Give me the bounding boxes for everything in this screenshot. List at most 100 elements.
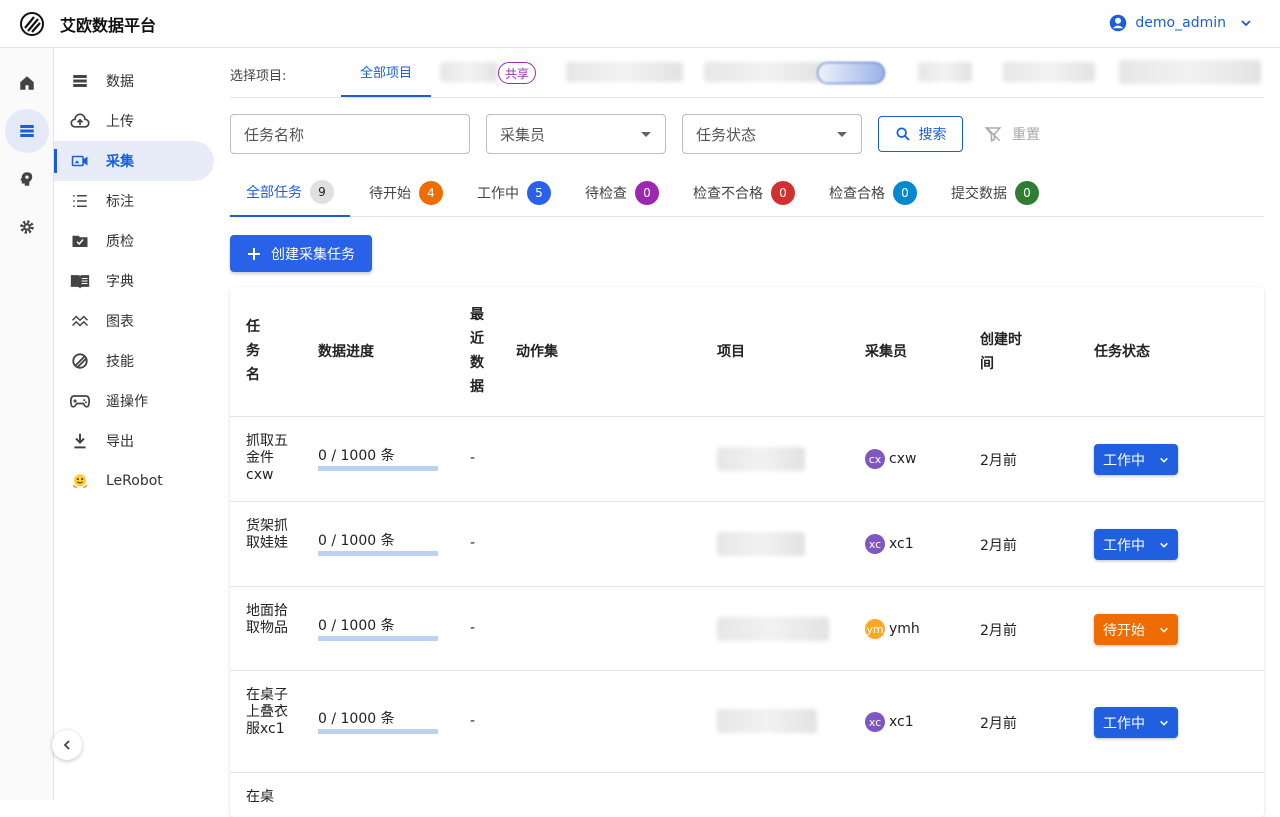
table-row[interactable]: 抓取五金件cxw 0 / 1000 条 - cx cxw 2月前 工作中 [230, 417, 1264, 502]
data-progress-text: 0 / 1000 条 [318, 533, 395, 549]
collector-name: xc1 [889, 714, 914, 730]
project-tab-redacted[interactable] [440, 62, 498, 82]
table-row[interactable]: 在桌子上叠衣服xc1 0 / 1000 条 - xc xc1 2月前 工作中 [230, 671, 1264, 773]
sidebar-item-charts[interactable]: 图表 [54, 301, 214, 341]
cloud-upload-icon [70, 111, 90, 131]
col-header-collector[interactable]: 采集员 [865, 340, 907, 364]
tab-count-badge: 0 [635, 181, 659, 205]
chevron-left-icon [63, 740, 70, 750]
table-row[interactable]: 货架抓取娃娃 0 / 1000 条 - xc xc1 2月前 工作中 [230, 502, 1264, 587]
col-header-progress[interactable]: 数据进度 [318, 340, 374, 364]
data-progress-text: 0 / 1000 条 [318, 618, 395, 634]
task-status-label: 工作中 [1103, 452, 1145, 469]
tab-label: 待开始 [369, 186, 411, 202]
sidebar-item-data[interactable]: 数据 [54, 61, 214, 101]
sidebar-item-label: 质检 [106, 234, 134, 250]
task-name: 地面拾取物品 [246, 603, 288, 636]
data-progress-text: 0 / 1000 条 [318, 448, 395, 464]
avatar: cx [865, 449, 885, 469]
sidebar-item-lerobot[interactable]: LeRobot [54, 461, 214, 501]
sidebar-item-export[interactable]: 导出 [54, 421, 214, 461]
project-tab-redacted[interactable] [1119, 60, 1261, 84]
sidebar-item-label: 图表 [106, 314, 134, 330]
app-title: 艾欧数据平台 [60, 16, 157, 35]
user-name: demo_admin [1135, 15, 1226, 31]
task-status-button[interactable]: 工作中 [1094, 529, 1178, 560]
col-header-project[interactable]: 项目 [717, 340, 745, 364]
created-time: 2月前 [980, 538, 1017, 554]
create-collection-task-button[interactable]: 创建采集任务 [230, 235, 372, 272]
tab-awaiting-review[interactable]: 待检查 0 [569, 169, 675, 217]
project-tab-redacted[interactable] [918, 62, 972, 82]
platform-logo-icon [20, 12, 44, 36]
avatar: xc [865, 712, 885, 732]
tab-review-passed[interactable]: 检查合格 0 [813, 169, 933, 217]
project-tab-redacted[interactable] [1003, 62, 1095, 82]
tab-label: 全部任务 [246, 185, 302, 201]
sidebar-item-label: 标注 [106, 194, 134, 210]
sidebar-item-skills[interactable]: 技能 [54, 341, 214, 381]
tab-all-tasks[interactable]: 全部任务 9 [230, 169, 350, 217]
status-tabs: 全部任务 9 待开始 4 工作中 5 待检查 0 检查不合格 0 检查合格 0 … [230, 169, 1264, 217]
rail-data[interactable] [5, 109, 49, 153]
tab-count-badge: 4 [419, 181, 443, 205]
sidebar-item-qc[interactable]: 质检 [54, 221, 214, 261]
sidebar-item-upload[interactable]: 上传 [54, 101, 214, 141]
recent-data: - [470, 620, 476, 636]
user-menu[interactable]: demo_admin [1109, 14, 1252, 32]
sidebar-item-label: 数据 [106, 74, 134, 90]
table-row[interactable]: 地面拾取物品 0 / 1000 条 - ym ymh 2月前 待开始 [230, 587, 1264, 671]
hugging-face-icon [70, 471, 90, 491]
reset-button[interactable]: 重置 [984, 116, 1040, 152]
task-status-button[interactable]: 待开始 [1094, 614, 1178, 645]
sidebar-item-collect[interactable]: 采集 [54, 141, 214, 181]
table-header: 任务名 数据进度 最近数据 动作集 项目 采集员 创建时间 任务状态 [230, 287, 1264, 417]
status-select[interactable]: 任务状态 [682, 114, 862, 154]
plus-icon [248, 247, 260, 260]
rail-settings[interactable] [5, 205, 49, 249]
download-icon [70, 431, 90, 451]
created-time: 2月前 [980, 623, 1017, 639]
project-tab-redacted[interactable] [704, 62, 824, 82]
tab-pending[interactable]: 待开始 4 [353, 169, 459, 217]
reset-button-label: 重置 [1012, 127, 1040, 143]
account-circle-icon [1110, 14, 1127, 32]
rail-ai[interactable] [5, 157, 49, 201]
tab-count-badge: 5 [527, 181, 551, 205]
table-row[interactable]: 在桌 [230, 773, 1264, 817]
project-tab-redacted[interactable] [566, 62, 683, 82]
recent-data: - [470, 450, 476, 466]
created-time: 2月前 [980, 716, 1017, 732]
col-header-task-name[interactable]: 任务名 [246, 315, 264, 387]
collector-select[interactable]: 采集员 [486, 114, 666, 154]
task-status-button[interactable]: 工作中 [1094, 707, 1178, 738]
tab-review-failed[interactable]: 检查不合格 0 [677, 169, 811, 217]
collector-name: ymh [889, 621, 920, 637]
col-header-action-set[interactable]: 动作集 [516, 340, 558, 364]
collapse-sidebar-button[interactable] [52, 730, 82, 760]
project-tab-all[interactable]: 全部项目 [341, 48, 431, 97]
sidebar-item-teleop[interactable]: 遥操作 [54, 381, 214, 421]
tab-in-progress[interactable]: 工作中 5 [461, 169, 567, 217]
rail-home[interactable] [5, 61, 49, 105]
data-progress-bar [318, 636, 438, 641]
data-progress-bar [318, 729, 438, 734]
tab-count-badge: 9 [310, 180, 334, 204]
col-header-created-time[interactable]: 创建时间 [980, 328, 1028, 376]
status-select-placeholder: 任务状态 [696, 125, 757, 144]
col-header-recent-data[interactable]: 最近数据 [470, 303, 486, 399]
caret-down-icon [641, 132, 651, 137]
col-header-task-status[interactable]: 任务状态 [1094, 340, 1150, 364]
collector-select-placeholder: 采集员 [500, 125, 546, 144]
task-name-input[interactable]: 任务名称 [230, 114, 470, 154]
avatar: xc [865, 534, 885, 554]
folder-check-icon [70, 231, 90, 251]
sidebar-item-annotate[interactable]: 标注 [54, 181, 214, 221]
search-button[interactable]: 搜索 [878, 116, 963, 152]
project-selector: 选择项目: 全部项目 共享 [230, 48, 1264, 98]
project-name-redacted [717, 447, 805, 471]
task-status-button[interactable]: 工作中 [1094, 444, 1178, 475]
sidebar-item-dictionary[interactable]: 字典 [54, 261, 214, 301]
storage-icon [20, 125, 34, 137]
tab-submitted[interactable]: 提交数据 0 [935, 169, 1055, 217]
